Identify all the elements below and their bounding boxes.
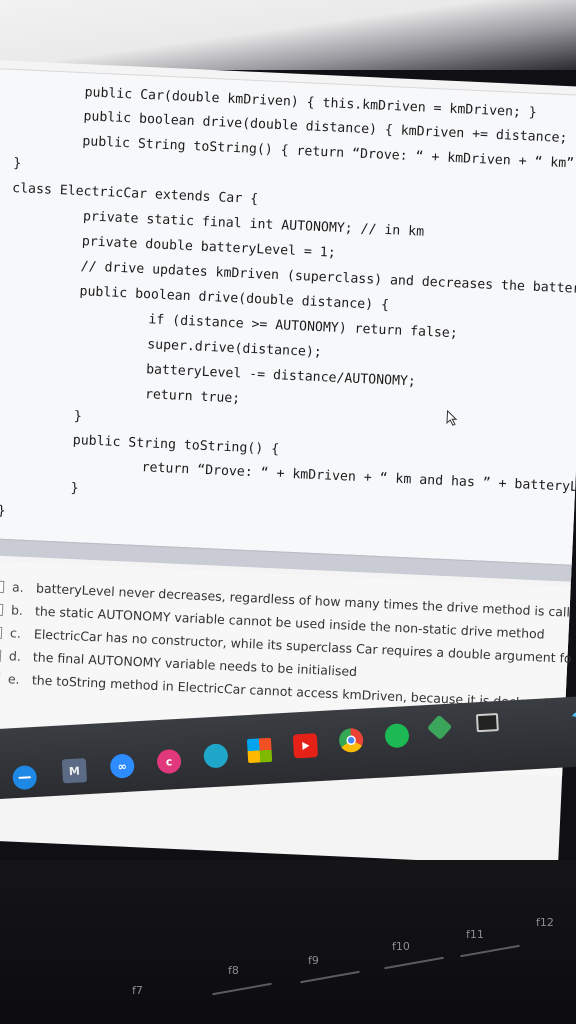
option-checkbox[interactable] [0,625,3,639]
key-f11[interactable]: f11 [466,928,484,941]
gem-icon[interactable] [426,714,453,741]
code-panel: public Car(double kmDriven) { this.kmDri… [0,67,576,566]
code-line: private static final int AUTONOMY; // in… [82,209,425,240]
code-line: if (distance >= AUTONOMY) return false; [148,312,459,342]
key-edge [300,970,360,984]
mail-icon[interactable]: M [61,758,88,784]
code-line: return “Drove: “ + kmDriven + “ km and h… [141,460,576,495]
code-line: } [12,155,22,172]
code-line: } [70,480,79,497]
key-f9[interactable]: f9 [308,954,319,967]
code-line: } [73,408,83,425]
windows-icon[interactable] [12,764,38,791]
infinity-icon[interactable]: ∞ [109,753,135,779]
option-letter: a. [11,579,25,595]
code-line: super.drive(distance); [146,337,323,361]
option-letter: e. [7,671,20,687]
c-glyph: c [165,754,173,769]
code-line: return true; [144,387,241,407]
option-checkbox[interactable] [0,648,2,662]
monitor-bezel [0,0,576,70]
key-edge [384,956,444,970]
mouse-cursor-icon [446,409,458,426]
code-line: public String toString() { [72,432,280,458]
code-line: } [0,503,6,519]
chrome-icon[interactable] [338,727,364,753]
circle-c-icon[interactable]: c [156,748,182,775]
office-icon[interactable] [246,737,273,764]
laptop-keyboard: f7 f8 f9 f10 f11 f12 [0,860,576,1024]
option-letter: b. [10,602,24,618]
key-f10[interactable]: f10 [392,940,410,953]
infinity-glyph: ∞ [117,759,128,773]
option-letter: c. [9,625,22,641]
option-checkbox[interactable] [0,579,5,593]
key-edge [460,944,520,958]
key-f8[interactable]: f8 [228,964,239,977]
edge-icon[interactable] [203,743,229,769]
umbrella-icon[interactable]: ☂ [566,704,576,729]
spotify-icon[interactable] [384,723,410,749]
key-f12[interactable]: f12 [536,916,554,929]
screen-icon[interactable] [475,713,499,733]
key-edge [212,982,272,996]
youtube-icon[interactable] [292,733,319,759]
code-line: public boolean drive(double distance) { [79,284,390,314]
option-checkbox[interactable] [0,602,4,616]
code-line: batteryLevel -= distance/AUTONOMY; [145,362,417,390]
key-f7[interactable]: f7 [132,984,143,997]
mail-glyph: M [68,763,81,778]
code-line: private double batteryLevel = 1; [81,234,337,261]
code-line: class ElectricCar extends Car { [11,180,259,208]
option-letter: d. [8,648,22,664]
